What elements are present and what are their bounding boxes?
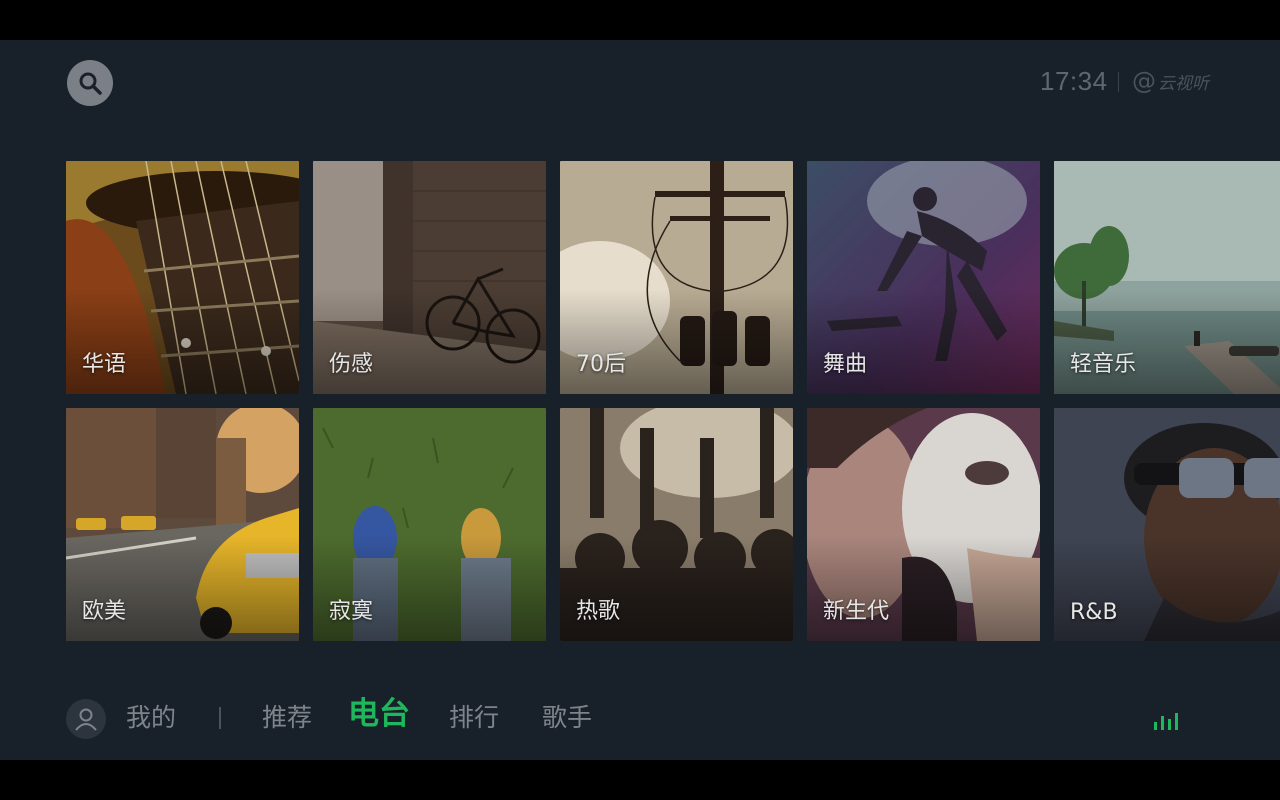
tile-qingyinyue[interactable]: 轻音乐 <box>1054 161 1280 394</box>
tile-shanggan[interactable]: 伤感 <box>313 161 546 394</box>
brand-symbol: @ <box>1132 67 1156 95</box>
music-app-screen: 17:34 @ 云视听 华语 伤感 70后 舞曲 轻音乐 欧美 寂寞 热歌 新生… <box>0 40 1280 760</box>
nav-tab-diantai[interactable]: 电台 <box>348 696 410 732</box>
tile-label: 轻音乐 <box>1070 352 1137 377</box>
tile-label: 热歌 <box>576 599 621 624</box>
tile-wuqu[interactable]: 舞曲 <box>807 161 1040 394</box>
nav-my[interactable]: 我的 <box>126 700 176 736</box>
brand-name: 云视听 <box>1158 73 1209 94</box>
search-icon <box>79 72 102 95</box>
tile-label: 70后 <box>576 352 626 377</box>
bottom-black-band <box>0 760 1280 800</box>
brand-logo: @ 云视听 <box>1132 66 1209 96</box>
nav-tab-tuijian[interactable]: 推荐 <box>262 700 312 736</box>
equalizer-icon[interactable] <box>1153 710 1183 730</box>
tile-label: 欧美 <box>82 599 127 624</box>
tile-rege[interactable]: 热歌 <box>560 408 793 641</box>
user-icon <box>75 708 97 731</box>
tile-label: 华语 <box>82 352 127 377</box>
nav-divider <box>219 707 221 729</box>
top-black-band <box>0 0 1280 40</box>
tile-label: 寂寞 <box>329 599 374 624</box>
nav-tab-paihang[interactable]: 排行 <box>449 700 499 736</box>
tile-jimo[interactable]: 寂寞 <box>313 408 546 641</box>
clock: 17:34 <box>1040 66 1108 96</box>
tile-label: 伤感 <box>329 352 374 377</box>
tile-oumei[interactable]: 欧美 <box>66 408 299 641</box>
tile-label: 舞曲 <box>823 352 868 377</box>
user-avatar[interactable] <box>66 699 106 739</box>
tile-huayu[interactable]: 华语 <box>66 161 299 394</box>
tile-rnb[interactable]: R&B <box>1054 408 1280 641</box>
tile-label: 新生代 <box>823 599 890 624</box>
nav-tab-geshou[interactable]: 歌手 <box>542 700 592 736</box>
search-button[interactable] <box>67 60 113 106</box>
tile-70hou[interactable]: 70后 <box>560 161 793 394</box>
tile-xinshengdai[interactable]: 新生代 <box>807 408 1040 641</box>
tile-label: R&B <box>1070 600 1118 625</box>
status-divider <box>1118 72 1119 92</box>
